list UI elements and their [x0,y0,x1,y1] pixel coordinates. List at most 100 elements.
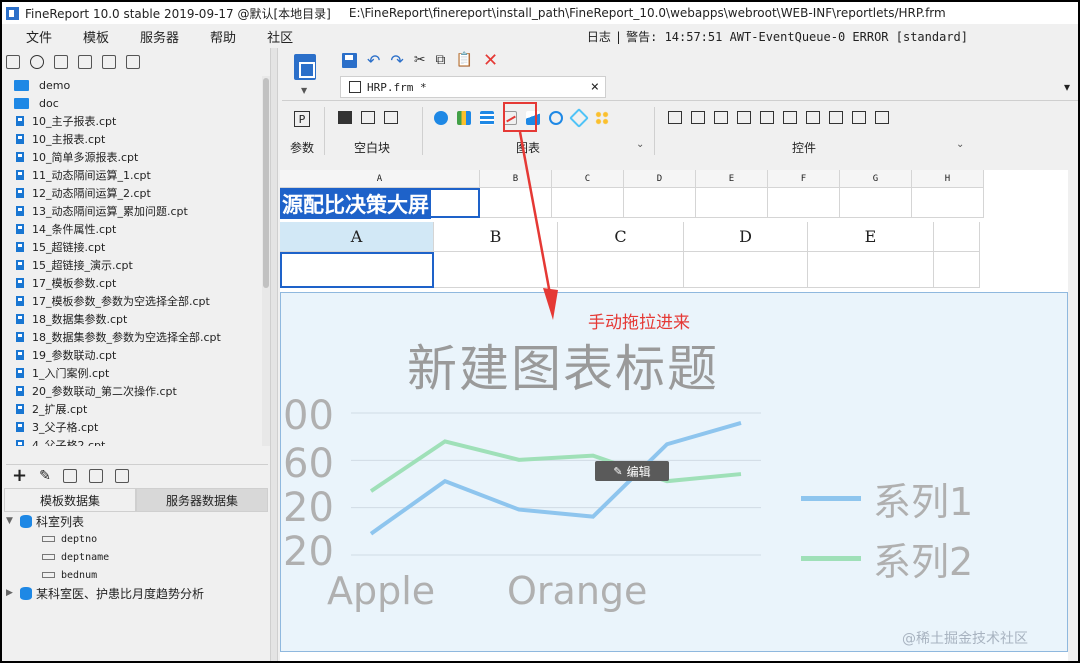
file-item[interactable]: 4_父子格2.cpt [6,436,262,446]
col-header[interactable]: B [434,222,558,252]
panel-divider[interactable] [270,48,278,661]
button-widget-icon[interactable] [714,111,728,124]
form-design-icon[interactable] [294,54,316,80]
save-icon[interactable] [342,52,357,68]
redo-icon[interactable]: ↷ [390,51,403,70]
file-item[interactable]: 18_数据集参数.cpt [6,310,262,328]
collapsed-arrow-icon[interactable]: ▶ [6,588,16,598]
scrollbar-thumb[interactable] [263,78,269,288]
col-header[interactable]: C [558,222,684,252]
tree-field-row[interactable]: deptname [6,548,268,566]
tree-node-dept-list[interactable]: ▼ 科室列表 [6,512,268,530]
file-list-scrollbar[interactable] [262,76,270,446]
col-header[interactable]: F [768,170,840,188]
col-header[interactable]: A [280,170,480,188]
search-widget-icon[interactable] [875,111,889,124]
col-header[interactable]: D [684,222,808,252]
radar-chart-icon[interactable] [569,108,589,128]
combobox-widget-icon[interactable] [737,111,751,124]
pie-chart-icon[interactable] [434,111,448,125]
col-header[interactable]: G [840,170,912,188]
cell[interactable] [912,188,984,218]
cut-icon[interactable]: ✂ [414,52,426,68]
expand-arrow-icon[interactable]: ▼ [6,516,16,526]
folder-item[interactable]: demo [6,76,262,94]
file-item[interactable]: 19_参数联动.cpt [6,346,262,364]
file-item[interactable]: 15_超链接.cpt [6,238,262,256]
menu-server[interactable]: 服务器 [124,27,194,46]
cell[interactable] [768,188,840,218]
file-item[interactable]: 17_模板参数.cpt [6,274,262,292]
locate-icon[interactable] [78,55,92,69]
file-item[interactable]: 10_主报表.cpt [6,130,262,148]
checkbox-widget-icon[interactable] [852,111,866,124]
parameter-panel-icon[interactable]: P [294,111,310,127]
file-item[interactable]: 10_简单多源报表.cpt [6,148,262,166]
menu-community[interactable]: 社区 [251,27,308,46]
cell[interactable] [840,188,912,218]
cell[interactable] [624,188,696,218]
absolute-layout-icon[interactable] [338,111,352,124]
file-item[interactable]: 3_父子格.cpt [6,418,262,436]
chart-widget[interactable]: 新建图表标题 00 60 20 20 Apple Orange 系列1 系列2 … [280,292,1068,652]
col-header[interactable]: E [696,170,768,188]
tab-template-dataset[interactable]: 模板数据集 [4,488,136,512]
file-item[interactable]: 11_动态隔间运算_1.cpt [6,166,262,184]
copy-icon[interactable] [126,55,140,69]
form-canvas[interactable]: A B C D E F G H 源配比决策大屏 A B C D E 新建图表标题… [280,170,1078,661]
cell[interactable] [480,188,552,218]
file-item[interactable]: 14_条件属性.cpt [6,220,262,238]
file-item[interactable]: 13_动态隔间运算_累加问题.cpt [6,202,262,220]
delete-icon[interactable] [102,55,116,69]
delete-dataset-icon[interactable] [62,468,77,483]
chevron-down-icon[interactable]: ⌄ [956,139,964,150]
new-folder-icon[interactable] [6,55,20,69]
number-widget-icon[interactable] [783,111,797,124]
delete-icon[interactable]: ✕ [483,50,498,71]
cell[interactable] [808,252,934,288]
file-item[interactable]: 10_主子报表.cpt [6,112,262,130]
col-header[interactable]: A [280,222,434,252]
tree-field-row[interactable]: bednum [6,566,268,584]
edit-icon[interactable]: ✎ [39,468,51,484]
label-widget-icon[interactable] [668,111,682,124]
bar-chart-icon[interactable] [480,111,494,125]
file-item[interactable]: 1_入门案例.cpt [6,364,262,382]
tree-node-ratio-trend[interactable]: ▶ 某科室医、护患比月度趋势分析 [6,584,268,602]
server-dataset-icon[interactable] [114,468,129,483]
file-item[interactable]: 12_动态隔间运算_2.cpt [6,184,262,202]
add-dataset-icon[interactable]: + [12,465,27,486]
date-widget-icon[interactable] [760,111,774,124]
cell[interactable] [552,188,624,218]
copy-icon[interactable]: ⧉ [436,52,446,68]
col-header[interactable]: D [624,170,696,188]
preview-icon[interactable] [88,468,103,483]
col-header[interactable]: H [912,170,984,188]
cell[interactable] [558,252,684,288]
col-header[interactable]: E [808,222,934,252]
col-header[interactable]: C [552,170,624,188]
undo-icon[interactable]: ↶ [367,51,380,70]
tab-layout-icon[interactable] [361,111,375,124]
edit-chart-button[interactable]: ✎ 编辑 [595,461,669,481]
report-block-icon[interactable] [384,111,398,124]
chevron-down-icon[interactable]: ▼ [301,86,307,95]
tab-server-dataset[interactable]: 服务器数据集 [136,488,268,512]
cell[interactable] [684,252,808,288]
template-tab[interactable]: HRP.frm * × [340,76,606,98]
file-item[interactable]: 20_参数联动_第二次操作.cpt [6,382,262,400]
menu-help[interactable]: 帮助 [194,27,251,46]
menu-template[interactable]: 模板 [67,27,124,46]
column-chart-icon[interactable] [457,111,471,125]
file-item[interactable]: 17_模板参数_参数为空选择全部.cpt [6,292,262,310]
scatter-chart-icon[interactable] [595,111,609,125]
gauge-chart-icon[interactable] [549,111,563,125]
textarea-widget-icon[interactable] [806,111,820,124]
radio-widget-icon[interactable] [829,111,843,124]
close-tab-icon[interactable]: × [591,79,599,95]
refresh-icon[interactable] [30,55,44,69]
col-header[interactable]: B [480,170,552,188]
log-button[interactable]: 日志 [587,30,611,44]
file-item[interactable]: 2_扩展.cpt [6,400,262,418]
text-widget-icon[interactable] [691,111,705,124]
